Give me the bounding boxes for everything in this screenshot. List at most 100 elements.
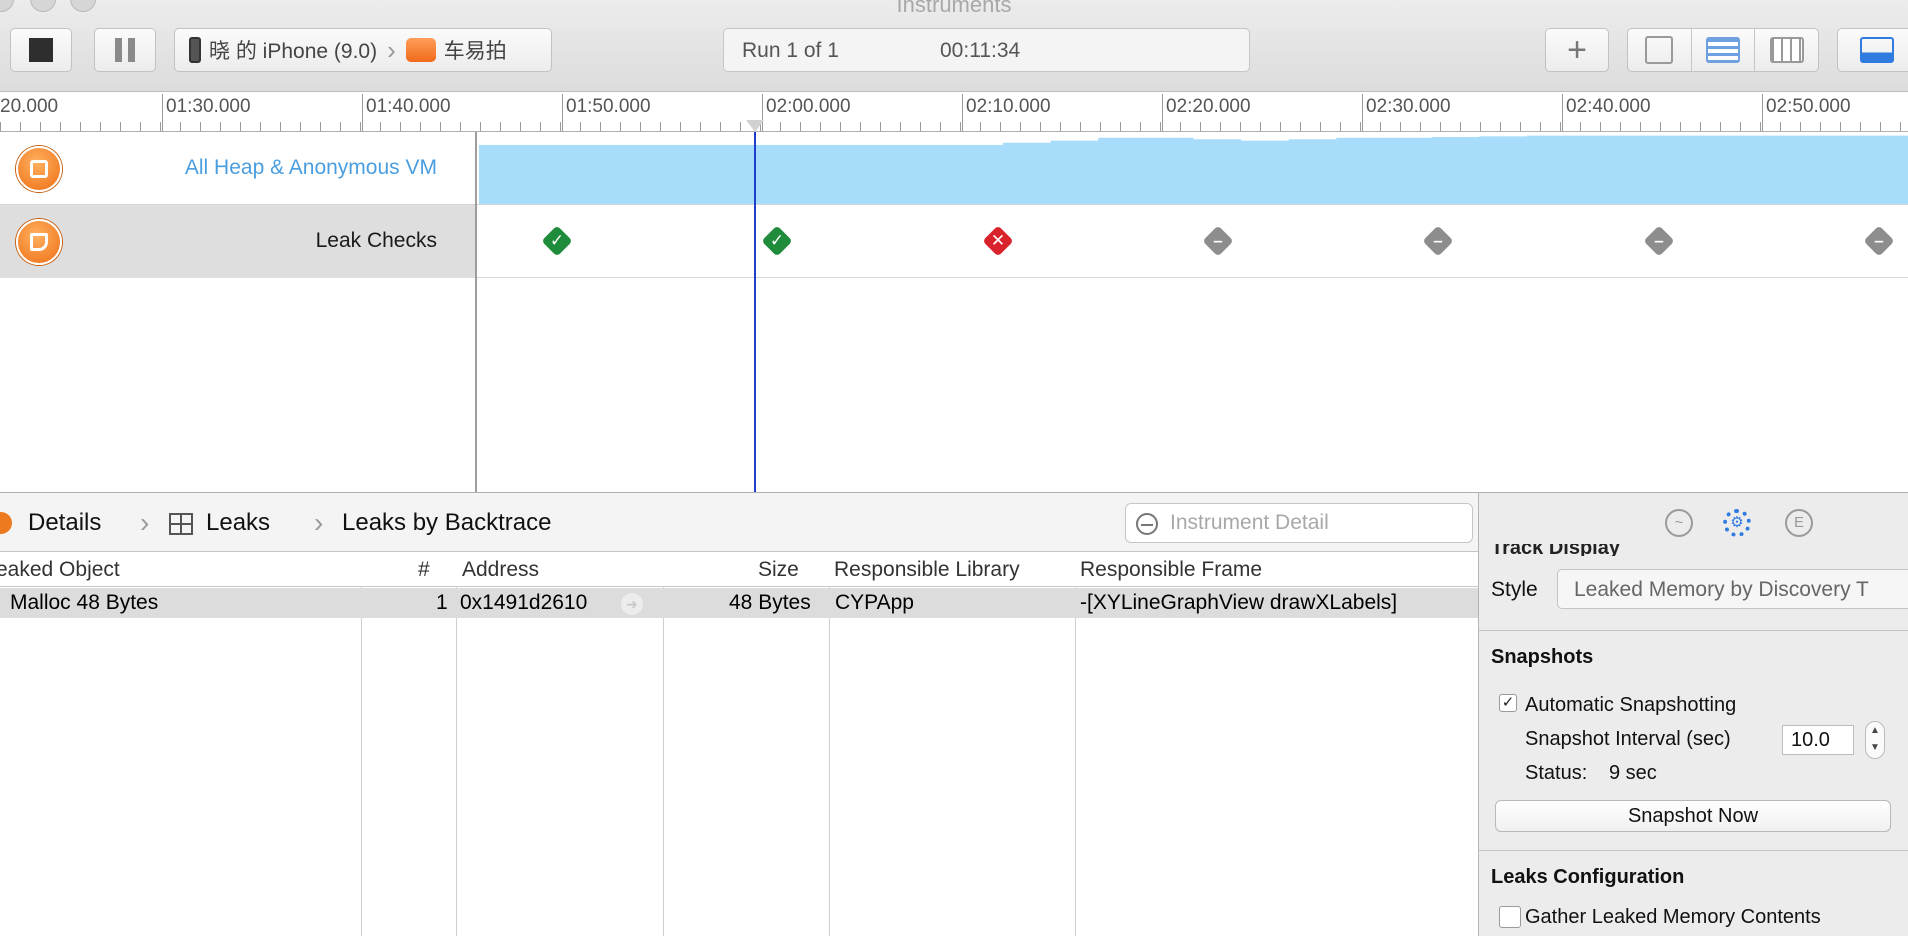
cell-leaked-object: Malloc 48 Bytes (10, 591, 159, 614)
cpu-view-segment[interactable] (1628, 29, 1692, 71)
grid-view-segment[interactable] (1755, 29, 1818, 71)
ruler-tick-label: 01:50.000 (566, 96, 651, 117)
go-arrow-icon[interactable]: ➜ (621, 593, 643, 615)
ruler-tick-label: 02:10.000 (966, 96, 1051, 117)
track-name-heap: All Heap & Anonymous VM (184, 156, 437, 179)
leak-check-symbol: – (1433, 231, 1443, 250)
ruler-tick-label: 01:40.000 (366, 96, 451, 117)
column-header-address[interactable]: Address (462, 558, 539, 582)
inspector-panel: ~ ⚙ E Track Display Style Leaked Memory … (1478, 492, 1908, 936)
cell-responsible-frame: -[XYLineGraphView drawXLabels] (1080, 591, 1398, 614)
status-label: Status: (1525, 762, 1588, 784)
record-settings-tab-icon[interactable]: ~ (1665, 509, 1693, 537)
column-header-leaked-object[interactable]: eaked Object (0, 558, 120, 582)
leak-check-symbol: – (1874, 231, 1884, 250)
leak-check-marker-none[interactable]: – (1863, 225, 1895, 257)
ruler-tick-label: 20.000 (0, 96, 59, 117)
ruler-tick-label: 01:30.000 (166, 96, 251, 117)
extended-detail-tab-icon[interactable]: E (1785, 509, 1813, 537)
iphone-icon (189, 37, 201, 63)
filter-icon (1136, 513, 1158, 535)
view-mode-segmented-control (1627, 28, 1819, 72)
target-selector[interactable]: 晓 的 iPhone (9.0) › 车易拍 (174, 28, 552, 72)
instrument-detail-search[interactable] (1125, 503, 1473, 543)
cpu-icon (1645, 36, 1674, 64)
cell-responsible-library: CYPApp (835, 591, 914, 614)
style-popup[interactable]: Leaked Memory by Discovery T (1557, 569, 1908, 609)
track-display-heading: Track Display (1491, 544, 1620, 556)
stop-icon (29, 38, 53, 62)
column-header-count[interactable]: # (418, 558, 430, 582)
grid-icon (1769, 37, 1804, 63)
style-label: Style (1491, 578, 1538, 601)
leak-check-marker-none[interactable]: – (1422, 225, 1454, 257)
gather-leaked-memory-checkbox[interactable] (1499, 906, 1521, 928)
snapshot-interval-field[interactable]: 10.0 (1782, 725, 1854, 755)
track-area: All Heap & Anonymous VM Leak Checks ✓ ✓ ✕ –… (0, 132, 1908, 492)
elapsed-time: 00:11:34 (940, 39, 1021, 62)
leak-check-marker-ok[interactable]: ✓ (761, 225, 793, 257)
table-icon (169, 513, 193, 535)
run-label: Run 1 of 1 (742, 39, 839, 62)
leak-check-symbol: ✕ (990, 231, 1005, 250)
ruler-tick-label: 02:40.000 (1566, 96, 1651, 117)
list-view-segment[interactable] (1692, 29, 1756, 71)
box-icon (16, 146, 62, 192)
leak-check-symbol: – (1213, 231, 1223, 250)
instrument-detail-input[interactable] (1170, 508, 1466, 538)
toolbar: Instruments 晓 的 iPhone (9.0) › 车易拍 Run 1… (0, 0, 1908, 92)
target-app-label: 车易拍 (443, 40, 507, 63)
snapshots-heading: Snapshots (1491, 646, 1594, 668)
inspector-tabs: ~ ⚙ E (1479, 492, 1908, 552)
breadcrumb-details[interactable]: Details (28, 509, 101, 537)
heap-allocation-graph (479, 135, 1908, 204)
leak-check-symbol: ✓ (770, 231, 785, 250)
column-header-responsible-frame[interactable]: Responsible Frame (1080, 558, 1262, 582)
chevron-right-icon: › (387, 34, 396, 65)
ruler-tick-label: 02:30.000 (1366, 96, 1451, 117)
automatic-snapshotting-label: Automatic Snapshotting (1525, 694, 1737, 716)
run-status-display: Run 1 of 1 00:11:34 (723, 28, 1250, 72)
pause-recording-button[interactable] (94, 28, 156, 72)
gather-leaked-memory-label: Gather Leaked Memory Contents (1525, 906, 1821, 928)
leak-check-marker-none[interactable]: – (1642, 225, 1675, 257)
plus-icon: + (1567, 31, 1587, 69)
cell-address: 0x1491d2610 (460, 591, 588, 614)
column-header-size[interactable]: Size (758, 558, 799, 582)
leak-check-symbol: ✓ (549, 231, 565, 250)
breadcrumb-leaks-by-backtrace[interactable]: Leaks by Backtrace (342, 509, 551, 537)
snapshot-now-button[interactable]: Snapshot Now (1495, 800, 1891, 832)
track-row-leak-checks[interactable]: Leak Checks ✓ ✓ ✕ – – – – (0, 205, 1908, 278)
track-row-heap[interactable]: All Heap & Anonymous VM (0, 132, 1908, 205)
pause-icon (115, 38, 135, 62)
column-header-responsible-library[interactable]: Responsible Library (834, 558, 1020, 582)
breadcrumb-leaks[interactable]: Leaks (206, 509, 270, 537)
stop-recording-button[interactable] (10, 28, 72, 72)
leak-check-marker-leak[interactable]: ✕ (982, 225, 1014, 257)
detail-navigation-bar: Details › Leaks › Leaks by Backtrace (0, 492, 1478, 552)
table-row[interactable]: Malloc 48 Bytes 1 0x1491d2610 ➜ 48 Bytes… (0, 588, 1478, 618)
leaks-table: eaked Object # Address Size Responsible … (0, 552, 1478, 936)
table-header: eaked Object # Address Size Responsible … (0, 552, 1478, 587)
automatic-snapshotting-checkbox[interactable]: ✓ (1499, 694, 1517, 712)
window-title: Instruments (896, 0, 1012, 17)
playhead-handle[interactable] (746, 120, 764, 132)
ruler-tick-label: 02:50.000 (1766, 96, 1851, 117)
status-value: 9 sec (1609, 762, 1657, 784)
add-instrument-button[interactable]: + (1545, 28, 1609, 72)
gear-icon[interactable]: ⚙ (1723, 509, 1751, 537)
bottom-panel-icon (1860, 37, 1894, 63)
timeline-ruler[interactable]: 20.000 01:30.000 01:40.000 01:50.000 02:00.0… (0, 92, 1908, 132)
list-icon (1706, 37, 1740, 63)
toggle-detail-pane-button[interactable] (1837, 28, 1908, 72)
leak-check-marker-ok[interactable]: ✓ (541, 225, 573, 257)
leak-check-marker-none[interactable]: – (1202, 225, 1234, 257)
chevron-right-icon: › (140, 507, 150, 538)
leak-check-symbol: – (1653, 231, 1664, 250)
instrument-icon (0, 512, 12, 534)
target-device-label: 晓 的 iPhone (9.0) (209, 40, 378, 63)
interval-stepper[interactable]: ▲ ▼ (1865, 721, 1885, 759)
ruler-tick-label: 02:00.000 (766, 96, 851, 117)
faucet-icon (16, 219, 62, 265)
ruler-tick-label: 02:20.000 (1166, 96, 1251, 117)
